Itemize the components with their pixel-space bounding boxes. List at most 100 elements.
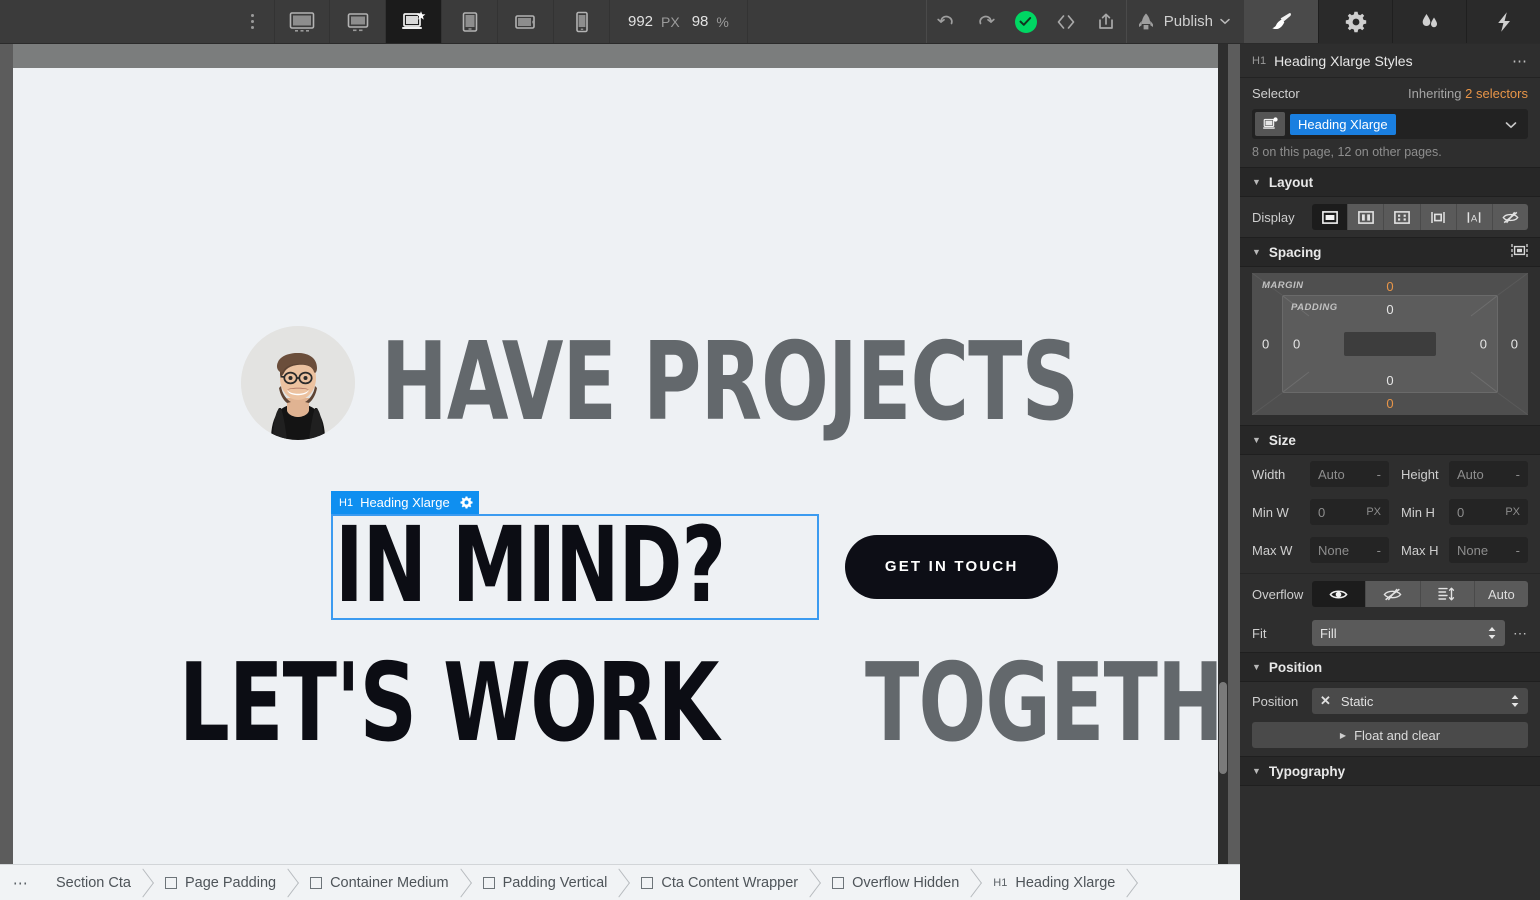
margin-left-value[interactable]: 0 xyxy=(1262,337,1269,352)
undo-button[interactable] xyxy=(926,0,966,43)
crumb-container-medium[interactable]: Container Medium xyxy=(296,865,468,900)
monitor-icon xyxy=(346,11,370,33)
max-height-input[interactable]: None - xyxy=(1449,537,1528,563)
tab-interactions-panel[interactable] xyxy=(1466,0,1540,43)
min-height-input[interactable]: 0 PX xyxy=(1449,499,1528,525)
section-cta[interactable]: HAVE PROJECTS H1 Heading Xlarge xyxy=(13,68,1226,864)
display-inline[interactable]: A xyxy=(1457,204,1493,230)
margin-right-value[interactable]: 0 xyxy=(1511,337,1518,352)
overflow-hidden[interactable] xyxy=(1366,581,1420,607)
inheriting-info[interactable]: Inheriting 2 selectors xyxy=(1408,86,1528,101)
display-inline-block[interactable] xyxy=(1421,204,1457,230)
min-width-label: Min W xyxy=(1252,505,1304,520)
overflow-visible[interactable] xyxy=(1312,581,1366,607)
code-export-button[interactable] xyxy=(1046,0,1086,43)
width-input[interactable]: Auto - xyxy=(1310,461,1389,487)
max-height-value: None xyxy=(1457,543,1516,558)
section-size-title: Size xyxy=(1269,433,1296,448)
display-none[interactable] xyxy=(1493,204,1528,230)
tab-settings-panel[interactable] xyxy=(1318,0,1392,43)
crumb-page-padding[interactable]: Page Padding xyxy=(151,865,296,900)
ellipsis-icon[interactable]: ⋯ xyxy=(1512,52,1528,70)
canvas-scrollbar-thumb[interactable] xyxy=(1219,682,1227,774)
breakpoint-base[interactable] xyxy=(386,0,442,43)
crumb-overflow-hidden[interactable]: Overflow Hidden xyxy=(818,865,979,900)
canvas-page[interactable]: HAVE PROJECTS H1 Heading Xlarge xyxy=(13,68,1226,864)
inline-text-icon: A xyxy=(1466,211,1482,224)
block-icon xyxy=(1322,211,1338,224)
height-input[interactable]: Auto - xyxy=(1449,461,1528,487)
canvas-scrollbar[interactable] xyxy=(1218,44,1228,864)
design-canvas[interactable]: HAVE PROJECTS H1 Heading Xlarge xyxy=(0,44,1240,864)
breakpoint-desktop-xl[interactable] xyxy=(274,0,330,43)
x-icon[interactable]: ✕ xyxy=(1320,693,1331,709)
chevron-down-icon: ▼ xyxy=(1252,177,1261,187)
person-portrait-avatar xyxy=(241,326,355,440)
chevron-down-icon: ▼ xyxy=(1252,766,1261,776)
tab-style-panel[interactable] xyxy=(1244,0,1318,43)
crumb-section-cta[interactable]: Section Cta xyxy=(42,865,151,900)
saved-status-button[interactable] xyxy=(1006,0,1046,43)
selector-usage-note: 8 on this page, 12 on other pages. xyxy=(1240,139,1540,167)
fit-select[interactable]: Fill xyxy=(1312,620,1505,646)
position-select[interactable]: ✕ Static xyxy=(1312,688,1528,714)
margin-bottom-value[interactable]: 0 xyxy=(1386,396,1393,411)
cta-heading-line-one[interactable]: HAVE PROJECTS xyxy=(381,335,1078,430)
overflow-auto[interactable]: Auto xyxy=(1475,581,1528,607)
selector-input[interactable]: Heading Xlarge xyxy=(1252,109,1528,139)
cta-line-one[interactable]: HAVE PROJECTS xyxy=(241,326,1226,440)
selected-element-heading-xlarge[interactable]: H1 Heading Xlarge IN MIND? xyxy=(331,514,819,620)
viewport-zoom-readout[interactable]: 992 PX 98 % xyxy=(610,0,748,43)
padding-top-value[interactable]: 0 xyxy=(1386,302,1393,317)
section-spacing-header[interactable]: ▼ Spacing xyxy=(1240,237,1540,267)
cta-heading-line-two[interactable]: IN MIND? xyxy=(335,520,725,612)
toolbar-menu-button[interactable] xyxy=(230,0,274,43)
avatar xyxy=(241,326,355,440)
crumb-padding-vertical[interactable]: Padding Vertical xyxy=(469,865,628,900)
padding-bottom-value[interactable]: 0 xyxy=(1386,373,1393,388)
top-toolbar: 992 PX 98 % xyxy=(0,0,1540,44)
tab-style-manager-panel[interactable] xyxy=(1392,0,1466,43)
section-position-header[interactable]: ▼ Position xyxy=(1240,652,1540,682)
fit-more-options-button[interactable]: ⋯ xyxy=(1513,625,1528,642)
breadcrumb-overflow-button[interactable]: ⋯ xyxy=(0,865,42,900)
cta-heading-line-three-gray[interactable]: TOGETHER xyxy=(865,656,1226,751)
section-size-header[interactable]: ▼ Size xyxy=(1240,425,1540,455)
margin-top-value[interactable]: 0 xyxy=(1386,279,1393,294)
spacing-mode-icon[interactable] xyxy=(1511,243,1528,261)
section-layout-header[interactable]: ▼ Layout xyxy=(1240,167,1540,197)
zoom-value: 98 xyxy=(692,13,709,30)
float-and-clear-button[interactable]: ▶ Float and clear xyxy=(1252,722,1528,748)
breakpoint-mobile-landscape[interactable] xyxy=(498,0,554,43)
crumb-heading-xlarge[interactable]: H1 Heading Xlarge xyxy=(979,865,1135,900)
share-button[interactable] xyxy=(1086,0,1126,43)
display-block[interactable] xyxy=(1312,204,1348,230)
section-spacing-title: Spacing xyxy=(1269,245,1322,260)
cta-heading-line-three-dark[interactable]: LET'S WORK xyxy=(179,656,719,751)
display-grid[interactable] xyxy=(1384,204,1420,230)
style-panel-title: Heading Xlarge Styles xyxy=(1274,53,1504,69)
laptop-star-icon[interactable] xyxy=(1255,112,1285,136)
breakpoint-desktop[interactable] xyxy=(330,0,386,43)
section-typography-header[interactable]: ▼ Typography xyxy=(1240,756,1540,786)
cta-line-three[interactable]: LET'S WORK TOGETHER xyxy=(179,656,1226,751)
max-width-value: None xyxy=(1318,543,1377,558)
cta-line-two[interactable]: H1 Heading Xlarge IN MIND? GET IN TOUC xyxy=(331,514,1058,620)
max-height-unit: - xyxy=(1516,543,1520,558)
redo-button[interactable] xyxy=(966,0,1006,43)
breakpoint-mobile-portrait[interactable] xyxy=(554,0,610,43)
inheriting-count: 2 selectors xyxy=(1465,86,1528,101)
publish-button[interactable]: Publish xyxy=(1126,0,1244,43)
chevron-down-icon[interactable] xyxy=(1505,117,1525,132)
crumb-cta-content-wrapper[interactable]: Cta Content Wrapper xyxy=(627,865,818,900)
min-width-input[interactable]: 0 PX xyxy=(1310,499,1389,525)
spacing-widget[interactable]: MARGIN 0 0 0 0 PADDING 0 0 0 0 xyxy=(1240,267,1540,425)
breakpoint-tablet[interactable] xyxy=(442,0,498,43)
padding-right-value[interactable]: 0 xyxy=(1480,337,1487,352)
get-in-touch-button[interactable]: GET IN TOUCH xyxy=(845,535,1059,599)
padding-left-value[interactable]: 0 xyxy=(1293,337,1300,352)
display-flex[interactable] xyxy=(1348,204,1384,230)
selector-chip[interactable]: Heading Xlarge xyxy=(1290,114,1396,135)
max-width-input[interactable]: None - xyxy=(1310,537,1389,563)
overflow-scroll[interactable] xyxy=(1421,581,1475,607)
